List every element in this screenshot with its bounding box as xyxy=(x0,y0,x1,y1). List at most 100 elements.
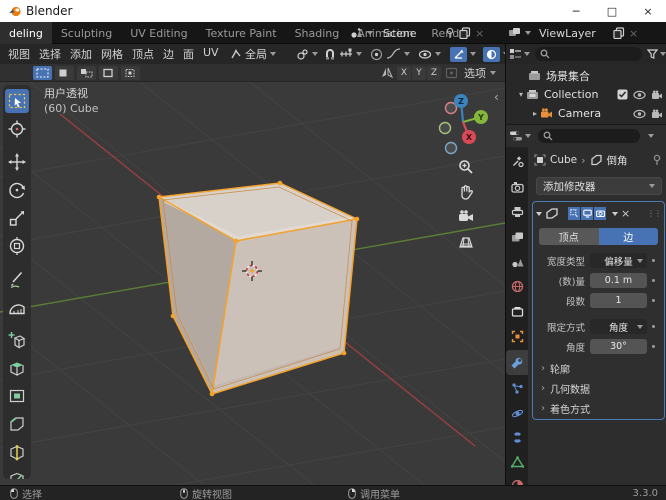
tab-object[interactable] xyxy=(506,324,528,349)
camera-view-icon[interactable] xyxy=(457,208,475,226)
hide-eye-icon[interactable] xyxy=(633,109,646,119)
pin-icon[interactable] xyxy=(445,27,455,39)
tool-rotate[interactable] xyxy=(5,178,29,202)
select-mode-tweak[interactable] xyxy=(33,66,52,80)
select-mode-extend[interactable] xyxy=(77,66,96,80)
tool-options-dropdown[interactable]: 选项 xyxy=(464,64,496,82)
scene-collection-label[interactable]: 场景集合 xyxy=(546,68,590,84)
tool-scale[interactable] xyxy=(5,206,29,230)
tool-extrude-region[interactable] xyxy=(5,356,29,380)
tab-world[interactable] xyxy=(506,274,528,299)
delete-modifier-button[interactable]: × xyxy=(621,207,630,220)
segments-field[interactable]: 1 xyxy=(590,293,647,308)
camera-label[interactable]: Camera xyxy=(558,107,601,120)
tab-scene[interactable] xyxy=(506,249,528,274)
mirror-z-button[interactable]: Z xyxy=(427,66,441,80)
menu-uv[interactable]: UV xyxy=(203,46,219,62)
pivot-point-dropdown[interactable] xyxy=(296,44,318,64)
panel-expand-caret[interactable] xyxy=(536,211,542,216)
realtime-display-toggle[interactable] xyxy=(581,207,593,220)
viewport-3d[interactable]: 用户透视 (60) Cube Z Y X ‹ xyxy=(0,82,505,485)
menu-add[interactable]: 添加 xyxy=(70,46,92,62)
menu-edge[interactable]: 边 xyxy=(163,46,174,62)
proportional-edit-toggle[interactable] xyxy=(370,44,410,64)
region-collapse-arrow[interactable]: ‹ xyxy=(494,90,499,104)
tool-loop-cut[interactable] xyxy=(5,440,29,464)
menu-view[interactable]: 视图 xyxy=(8,46,30,62)
navigation-gizmo[interactable]: Z Y X xyxy=(433,90,497,162)
tool-add-cube[interactable] xyxy=(5,328,29,352)
render-visibility-icon[interactable] xyxy=(651,90,663,100)
render-visibility-icon[interactable] xyxy=(651,109,663,119)
viewlayer-name[interactable]: ViewLayer xyxy=(539,27,609,40)
zoom-view-icon[interactable] xyxy=(457,158,475,176)
select-mode-intersect[interactable] xyxy=(121,66,140,80)
section-shading[interactable]: › 着色方式 xyxy=(541,400,661,417)
tab-physics[interactable] xyxy=(506,401,528,426)
transform-orientation-dropdown[interactable]: 全局 xyxy=(230,44,276,64)
affect-vertices-tab[interactable]: 顶点 xyxy=(539,228,599,245)
render-display-toggle[interactable] xyxy=(594,207,606,220)
affect-edges-tab[interactable]: 边 xyxy=(598,228,658,245)
tree-expand-icon[interactable]: ▸ xyxy=(530,109,540,118)
tool-cursor[interactable] xyxy=(5,117,29,141)
collection-label[interactable]: Collection xyxy=(544,88,598,101)
scene-selector[interactable]: Scene × xyxy=(350,22,502,44)
mirror-x-button[interactable]: X xyxy=(397,66,411,80)
close-button[interactable]: × xyxy=(630,0,666,22)
maximize-button[interactable]: □ xyxy=(594,0,630,22)
filter-button[interactable] xyxy=(647,49,666,59)
select-mode-subtract[interactable] xyxy=(99,66,118,80)
outliner-search-input[interactable] xyxy=(535,47,642,61)
tab-modifiers-selected[interactable] xyxy=(506,350,528,375)
pin-icon[interactable] xyxy=(652,154,662,166)
select-mode-box[interactable] xyxy=(55,66,74,80)
tab-view-layer[interactable] xyxy=(506,224,528,249)
outliner-editor-type-button[interactable] xyxy=(509,48,530,60)
gizmos-toggle[interactable] xyxy=(450,44,476,64)
width-type-dropdown[interactable]: 偏移量 xyxy=(590,253,647,268)
tool-move[interactable] xyxy=(5,150,29,174)
minimize-button[interactable]: ─ xyxy=(558,0,594,22)
outliner-row-scene-collection[interactable]: 场景集合 xyxy=(506,66,666,85)
scene-name[interactable]: Scene xyxy=(383,27,441,40)
new-scene-icon[interactable] xyxy=(459,27,471,39)
tab-sculpting[interactable]: Sculpting xyxy=(52,22,121,44)
tool-select-box[interactable] xyxy=(5,89,29,113)
delete-scene-icon[interactable]: × xyxy=(475,27,484,40)
hide-eye-icon[interactable] xyxy=(633,90,646,100)
angle-field[interactable]: 30° xyxy=(590,339,647,354)
section-profile[interactable]: › 轮廓 xyxy=(541,360,661,377)
tool-measure[interactable] xyxy=(5,295,29,319)
editmode-display-toggle[interactable] xyxy=(568,207,580,220)
tool-annotate[interactable] xyxy=(5,267,29,291)
modifier-extras-caret[interactable] xyxy=(612,211,618,216)
pan-view-icon[interactable] xyxy=(457,183,475,201)
section-geometry[interactable]: › 几何数据 xyxy=(541,380,661,397)
tool-bevel[interactable] xyxy=(5,412,29,436)
exclude-checkbox[interactable] xyxy=(617,89,628,100)
menu-mesh[interactable]: 网格 xyxy=(101,46,123,62)
menu-vertex[interactable]: 顶点 xyxy=(132,46,154,62)
animate-dot[interactable] xyxy=(652,325,655,328)
perspective-toggle-icon[interactable] xyxy=(457,233,475,251)
properties-search-input[interactable] xyxy=(538,129,640,143)
tool-inset-faces[interactable] xyxy=(5,384,29,408)
mirror-y-button[interactable]: Y xyxy=(412,66,426,80)
amount-field[interactable]: 0.1 m xyxy=(590,273,647,288)
breadcrumb-modifier[interactable]: 倒角 xyxy=(607,153,628,168)
properties-editor-type-button[interactable] xyxy=(509,130,531,142)
tab-uv-editing[interactable]: UV Editing xyxy=(121,22,196,44)
animate-dot[interactable] xyxy=(652,279,655,282)
tree-collapse-icon[interactable]: ▾ xyxy=(516,90,526,99)
tab-object-data[interactable] xyxy=(506,449,528,474)
tab-shading[interactable]: Shading xyxy=(286,22,349,44)
tab-collection[interactable] xyxy=(506,299,528,324)
tab-particles[interactable] xyxy=(506,376,528,401)
tab-render[interactable] xyxy=(506,174,528,199)
breadcrumb-object[interactable]: Cube xyxy=(550,154,577,166)
delete-viewlayer-icon[interactable]: × xyxy=(629,27,638,40)
tool-transform[interactable] xyxy=(5,234,29,258)
tab-tool[interactable] xyxy=(506,149,528,174)
menu-select[interactable]: 选择 xyxy=(39,46,61,62)
